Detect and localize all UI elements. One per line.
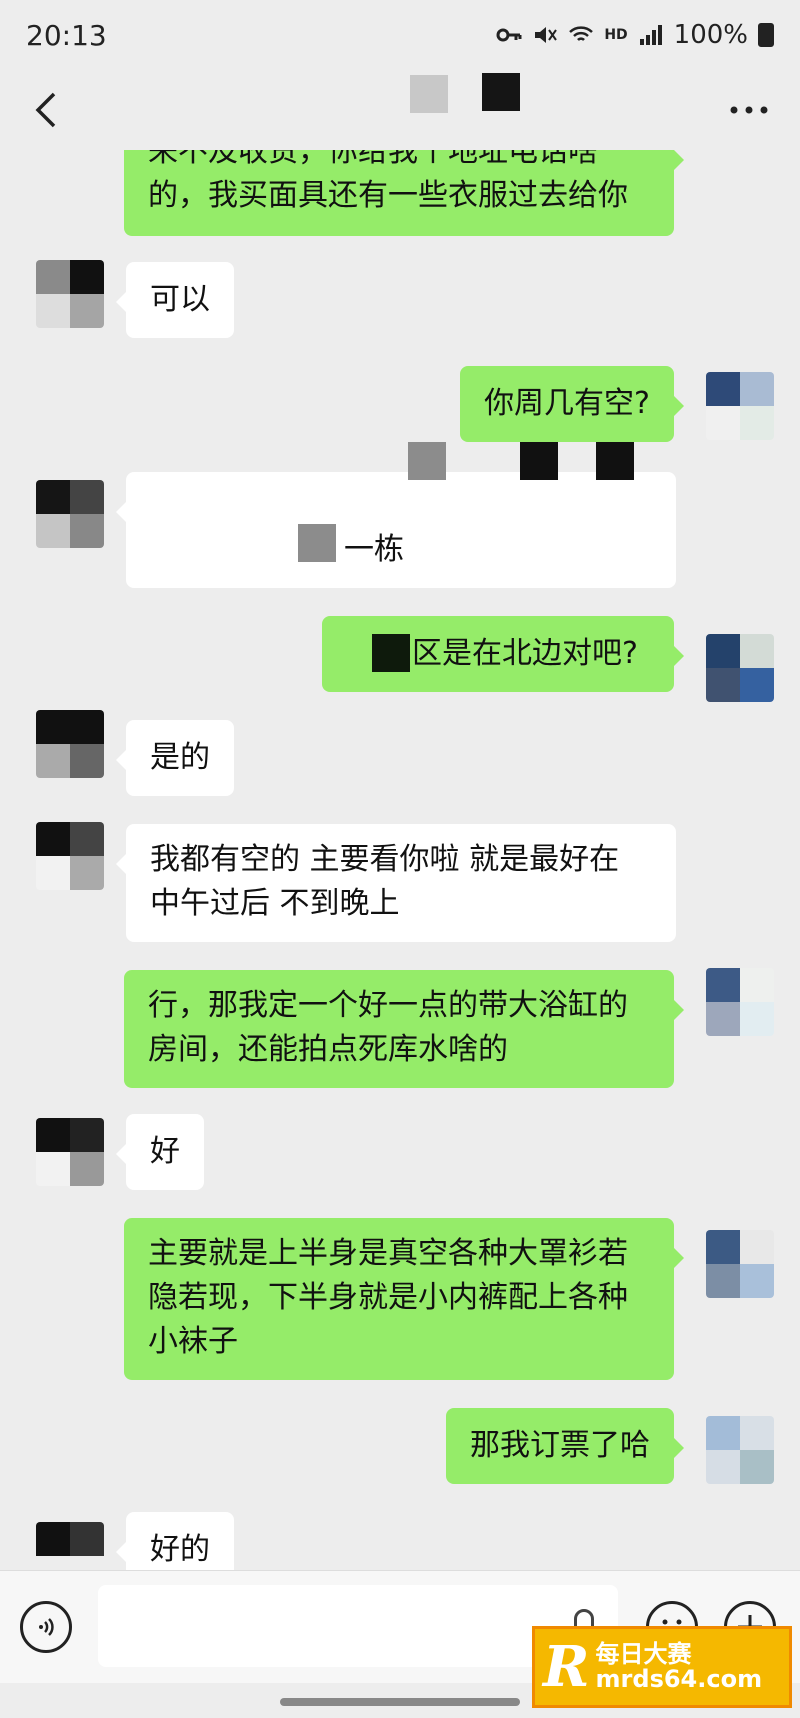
redaction-block xyxy=(372,634,410,672)
chat-title-redacted xyxy=(410,73,520,115)
message-line: 那我订票了哈 xyxy=(470,1428,650,1463)
watermark: R 每日大赛 mrds64.com xyxy=(532,1626,792,1708)
watermark-text: 每日大赛 mrds64.com xyxy=(595,1639,763,1693)
message-line: 小袜子 xyxy=(148,1324,238,1359)
watermark-line2: mrds64.com xyxy=(595,1665,763,1693)
voice-input-button[interactable] xyxy=(20,1601,72,1653)
message-line xyxy=(150,484,652,528)
avatar[interactable] xyxy=(706,968,774,1036)
message-line: 可以 xyxy=(150,282,210,317)
status-icons: HD 100% xyxy=(496,20,774,50)
watermark-line1: 每日大赛 xyxy=(595,1639,692,1668)
message-bubble-sent[interactable]: 你周几有空? xyxy=(460,366,684,442)
message-bubble-sent[interactable]: 主要就是上半身是真空各种大罩衫若 隐若现，下半身就是小内裤配上各种 小袜子 xyxy=(124,1218,684,1380)
message-bubble-received[interactable]: 好的 xyxy=(116,1512,234,1570)
message-list[interactable]: 来不及收货，你给我个地址电话啥 的，我买面具还有一些衣服过去给你 可以 你周几有… xyxy=(0,150,800,1570)
redaction-block xyxy=(520,442,558,480)
battery-percent: 100% xyxy=(673,20,748,50)
message-line: 隐若现，下半身就是小内裤配上各种 xyxy=(148,1280,628,1315)
avatar[interactable] xyxy=(36,710,104,778)
watermark-logo: R xyxy=(543,1634,590,1700)
avatar[interactable] xyxy=(706,1230,774,1298)
message-line: 好的 xyxy=(150,1532,210,1567)
avatar[interactable] xyxy=(36,822,104,890)
chevron-left-icon xyxy=(35,92,56,128)
avatar[interactable] xyxy=(36,260,104,328)
avatar[interactable] xyxy=(706,372,774,440)
message-bubble-received[interactable]: 好 xyxy=(116,1114,204,1190)
mute-icon xyxy=(535,27,558,43)
redaction-block xyxy=(408,442,446,480)
wifi-icon xyxy=(569,26,594,41)
message-bubble-sent[interactable]: 来不及收货，你给我个地址电话啥 的，我买面具还有一些衣服过去给你 xyxy=(124,150,684,236)
chat-header xyxy=(0,70,800,150)
message-line: 是的 xyxy=(150,740,210,775)
key-icon xyxy=(496,28,522,42)
redaction-block xyxy=(298,524,336,562)
message-bubble-received[interactable]: 可以 xyxy=(116,262,234,338)
signal-icon xyxy=(639,25,662,45)
redaction-block xyxy=(596,442,634,480)
more-button[interactable] xyxy=(724,90,774,130)
status-bar: 20:13 HD 100% xyxy=(0,0,800,70)
message-line: 区是在北边对吧? xyxy=(412,636,638,671)
message-bubble-received[interactable]: 一栋 xyxy=(116,472,676,588)
message-line: 好 xyxy=(150,1134,180,1169)
avatar[interactable] xyxy=(36,1118,104,1186)
message-line: 我都有空的 主要看你啦 就是最好在 xyxy=(150,842,620,877)
back-button[interactable] xyxy=(26,85,66,135)
message-line: 房间，还能拍点死库水啥的 xyxy=(148,1032,508,1067)
message-bubble-received[interactable]: 是的 xyxy=(116,720,234,796)
message-line: 中午过后 不到晚上 xyxy=(150,886,400,921)
avatar[interactable] xyxy=(36,1522,104,1570)
status-time: 20:13 xyxy=(26,18,107,52)
battery-icon xyxy=(758,23,774,47)
voice-icon xyxy=(39,1618,54,1636)
message-bubble-received[interactable]: 我都有空的 主要看你啦 就是最好在 中午过后 不到晚上 xyxy=(116,824,676,942)
message-line: 来不及收货，你给我个地址电话啥 xyxy=(148,150,598,169)
home-indicator[interactable] xyxy=(280,1698,520,1706)
message-line: 的，我买面具还有一些衣服过去给你 xyxy=(148,178,628,213)
message-line: 一栋 xyxy=(344,532,404,567)
message-bubble-sent[interactable]: 那我订票了哈 xyxy=(446,1408,684,1484)
message-line: 主要就是上半身是真空各种大罩衫若 xyxy=(148,1236,628,1271)
message-bubble-sent[interactable]: 行，那我定一个好一点的带大浴缸的 房间，还能拍点死库水啥的 xyxy=(124,970,684,1088)
message-line: 行，那我定一个好一点的带大浴缸的 xyxy=(148,988,628,1023)
avatar[interactable] xyxy=(706,634,774,702)
avatar[interactable] xyxy=(706,1416,774,1484)
more-dots-icon xyxy=(730,106,768,114)
network-label: HD xyxy=(604,27,628,43)
message-line: 你周几有空? xyxy=(484,386,650,421)
avatar[interactable] xyxy=(36,480,104,548)
